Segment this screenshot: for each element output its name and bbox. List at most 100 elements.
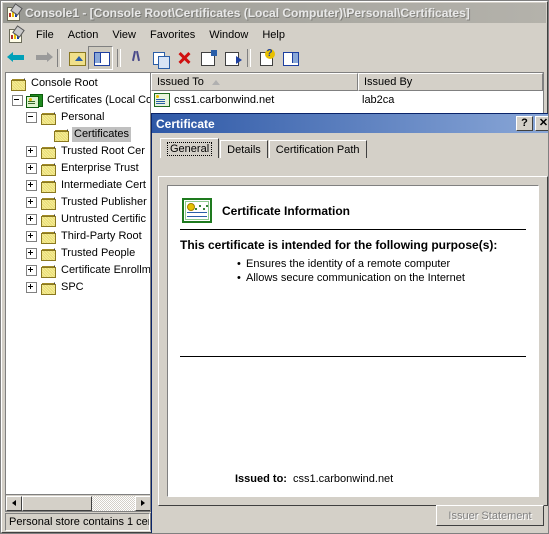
expander-plus-icon[interactable] xyxy=(26,282,37,293)
expander-minus-icon[interactable] xyxy=(12,95,23,106)
show-hide-tree-button[interactable] xyxy=(88,46,113,70)
certificate-icon xyxy=(182,198,212,223)
certificate-icon xyxy=(154,93,170,107)
tree-item-personal[interactable]: Personal xyxy=(6,109,150,126)
folder-icon xyxy=(40,162,56,176)
tab-label: Certification Path xyxy=(275,143,360,156)
expander-plus-icon[interactable] xyxy=(26,163,37,174)
tree-item-label: Certificates xyxy=(72,127,132,142)
back-button[interactable] xyxy=(6,47,29,69)
table-row[interactable]: css1.carbonwind.net lab2ca xyxy=(151,91,543,109)
tab-label: Details xyxy=(227,143,261,156)
tree-item-label: Untrusted Certific xyxy=(61,213,146,225)
forward-button[interactable] xyxy=(30,47,53,69)
scroll-left-arrow-icon[interactable] xyxy=(6,495,22,511)
scrollbar-thumb[interactable] xyxy=(22,495,92,511)
tree-item-trusted-people[interactable]: Trusted People xyxy=(6,245,150,262)
cut-button[interactable] xyxy=(124,47,147,69)
expander-plus-icon[interactable] xyxy=(26,146,37,157)
tree-item-spc[interactable]: SPC xyxy=(6,279,150,296)
tree-item-label: Intermediate Cert xyxy=(61,179,146,191)
console-tree-pane[interactable]: Console Root Certificates (Local Com Per… xyxy=(5,72,150,512)
divider xyxy=(180,229,526,230)
tree-item-console-root[interactable]: Console Root xyxy=(6,75,150,92)
dialog-title: Certificate xyxy=(156,116,215,131)
tree-item-trusted-publishers[interactable]: Trusted Publisher xyxy=(6,194,150,211)
expander-plus-icon[interactable] xyxy=(26,248,37,259)
column-header-issued-to[interactable]: Issued To xyxy=(151,73,358,91)
folder-icon xyxy=(40,281,56,295)
tree-item-label: Certificates (Local Com xyxy=(47,94,150,106)
expander-plus-icon[interactable] xyxy=(26,231,37,242)
menu-item-help[interactable]: Help xyxy=(255,27,292,43)
expander-plus-icon[interactable] xyxy=(26,180,37,191)
tree-item-certificates[interactable]: Certificates xyxy=(6,126,150,143)
folder-up-icon xyxy=(67,50,86,66)
list-item: Ensures the identity of a remote compute… xyxy=(237,257,526,271)
scroll-right-arrow-icon[interactable] xyxy=(135,495,150,511)
properties-icon xyxy=(199,50,217,66)
purpose-title: This certificate is intended for the fol… xyxy=(180,238,498,252)
folder-icon xyxy=(40,213,56,227)
properties-button[interactable] xyxy=(196,47,219,69)
document-icon xyxy=(7,24,25,43)
tree-item-intermediate-certification-authorities[interactable]: Intermediate Cert xyxy=(6,177,150,194)
scrollbar-track[interactable] xyxy=(22,495,135,511)
help-button[interactable] xyxy=(254,47,277,69)
panel-left-icon xyxy=(92,50,110,66)
certificate-dialog[interactable]: Certificate ? ✕ General Details Certific… xyxy=(151,113,548,533)
expander-plus-icon[interactable] xyxy=(26,265,37,276)
tab-general[interactable]: General xyxy=(160,138,220,158)
dialog-body: General Details Certification Path Certi… xyxy=(152,133,548,533)
column-header-issued-by[interactable]: Issued By xyxy=(358,73,543,91)
window-titlebar: Console1 - [Console Root\Certificates (L… xyxy=(3,3,546,23)
expander-plus-icon[interactable] xyxy=(26,214,37,225)
window-title: Console1 - [Console Root\Certificates (L… xyxy=(25,6,470,20)
toolbar-separator xyxy=(247,49,251,67)
dialog-help-button[interactable]: ? xyxy=(516,116,533,131)
help-icon xyxy=(257,49,275,66)
tree-item-untrusted-certificates[interactable]: Untrusted Certific xyxy=(6,211,150,228)
tree-item-label: Certificate Enrollm xyxy=(61,264,150,276)
certificate-info-header: Certificate Information xyxy=(182,198,526,223)
tree-item-trusted-root-certification-authorities[interactable]: Trusted Root Cer xyxy=(6,143,150,160)
toolbar-separator xyxy=(117,49,121,67)
menu-item-window[interactable]: Window xyxy=(202,27,255,43)
folder-icon xyxy=(40,145,56,159)
folder-icon xyxy=(40,230,56,244)
toolbar-separator xyxy=(57,49,61,67)
tree-item-label: Third-Party Root xyxy=(61,230,142,242)
tree-item-label: Trusted Publisher xyxy=(61,196,147,208)
folder-icon xyxy=(40,264,56,278)
issuer-statement-button[interactable]: Issuer Statement xyxy=(436,505,544,526)
status-text: Personal store contains 1 certi xyxy=(5,513,150,531)
new-window-button[interactable] xyxy=(278,47,301,69)
menu-item-favorites[interactable]: Favorites xyxy=(143,27,202,43)
column-header-label: Issued By xyxy=(364,76,413,88)
menu-item-action[interactable]: Action xyxy=(61,27,106,43)
tree-horizontal-scrollbar[interactable] xyxy=(6,494,150,511)
export-button[interactable] xyxy=(220,47,243,69)
up-one-level-button[interactable] xyxy=(64,47,87,69)
tree-item-enterprise-trust[interactable]: Enterprise Trust xyxy=(6,160,150,177)
folder-icon xyxy=(40,196,56,210)
expander-minus-icon[interactable] xyxy=(26,112,37,123)
tree-item-third-party-root[interactable]: Third-Party Root xyxy=(6,228,150,245)
expander-plus-icon[interactable] xyxy=(26,197,37,208)
delete-button[interactable] xyxy=(172,47,195,69)
menu-item-view[interactable]: View xyxy=(105,27,143,43)
scissors-icon xyxy=(127,50,145,66)
tree-item-certificate-enrollment-requests[interactable]: Certificate Enrollm xyxy=(6,262,150,279)
tree-item-certificates-local-computer[interactable]: Certificates (Local Com xyxy=(6,92,150,109)
copy-button[interactable] xyxy=(148,47,171,69)
tree-item-label: Trusted People xyxy=(61,247,136,259)
dialog-close-button[interactable]: ✕ xyxy=(535,116,548,131)
menu-item-file[interactable]: File xyxy=(29,27,61,43)
purpose-list: Ensures the identity of a remote compute… xyxy=(206,257,526,285)
tab-certification-path[interactable]: Certification Path xyxy=(268,140,367,158)
mmc-console-window: Console1 - [Console Root\Certificates (L… xyxy=(0,0,549,534)
tab-details[interactable]: Details xyxy=(220,140,268,158)
certificate-info-heading: Certificate Information xyxy=(222,203,351,218)
tab-label: General xyxy=(167,141,213,156)
cell-issued-by: lab2ca xyxy=(362,94,395,106)
